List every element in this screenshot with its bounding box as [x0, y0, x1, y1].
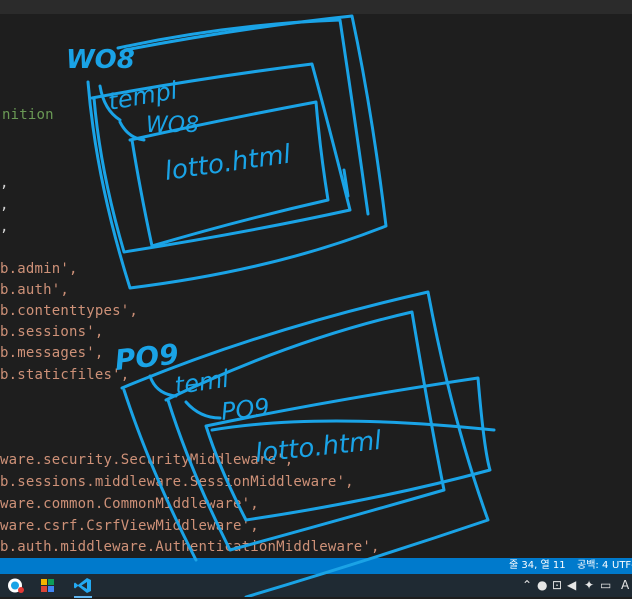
network-icon[interactable]: ⊡ [552, 577, 562, 594]
vscode-app-icon[interactable] [72, 576, 94, 598]
indentation-status[interactable]: 공백: 4 [577, 558, 608, 574]
code-line: b.sessions', [0, 324, 104, 340]
taskbar: ⌃ ● ⊡ ◀ ✦ ▭ A [0, 574, 632, 598]
code-line: b.admin', [0, 261, 78, 277]
app-puzzle-icon[interactable] [37, 576, 59, 595]
code-line: b.sessions.middleware.SessionMiddleware'… [0, 474, 354, 490]
status-bar: 줄 34, 열 11 공백: 4 UTF-8 [0, 558, 632, 574]
code-line: b.auth', [0, 282, 70, 298]
encoding-status[interactable]: UTF-8 [612, 558, 632, 574]
code-line: , [0, 175, 9, 191]
code-line: ware.common.CommonMiddleware', [0, 496, 259, 512]
dropbox-icon[interactable]: ✦ [584, 577, 594, 594]
notification-icon[interactable]: ▭ [600, 577, 611, 594]
code-line: nition [2, 107, 54, 123]
input-method-indicator[interactable]: A [621, 577, 629, 594]
microphone-icon[interactable]: ● [537, 577, 547, 594]
code-line: b.contenttypes', [0, 303, 139, 319]
code-line: , [0, 197, 9, 213]
code-editor[interactable]: nition , , , b.admin', b.auth', b.conten… [0, 14, 632, 558]
code-line: b.messages', [0, 345, 104, 361]
chrome-app-icon[interactable] [4, 576, 26, 595]
code-line: b.staticfiles', [0, 367, 130, 383]
code-line: b.auth.middleware.AuthenticationMiddlewa… [0, 539, 380, 555]
code-line: ware.security.SecurityMiddleware', [0, 452, 294, 468]
code-line: , [0, 219, 9, 235]
cursor-position[interactable]: 줄 34, 열 11 [509, 558, 566, 574]
code-line: ware.csrf.CsrfViewMiddleware', [0, 518, 259, 534]
title-bar [0, 0, 632, 14]
tray-chevron-icon[interactable]: ⌃ [522, 577, 532, 594]
volume-icon[interactable]: ◀ [567, 577, 576, 594]
